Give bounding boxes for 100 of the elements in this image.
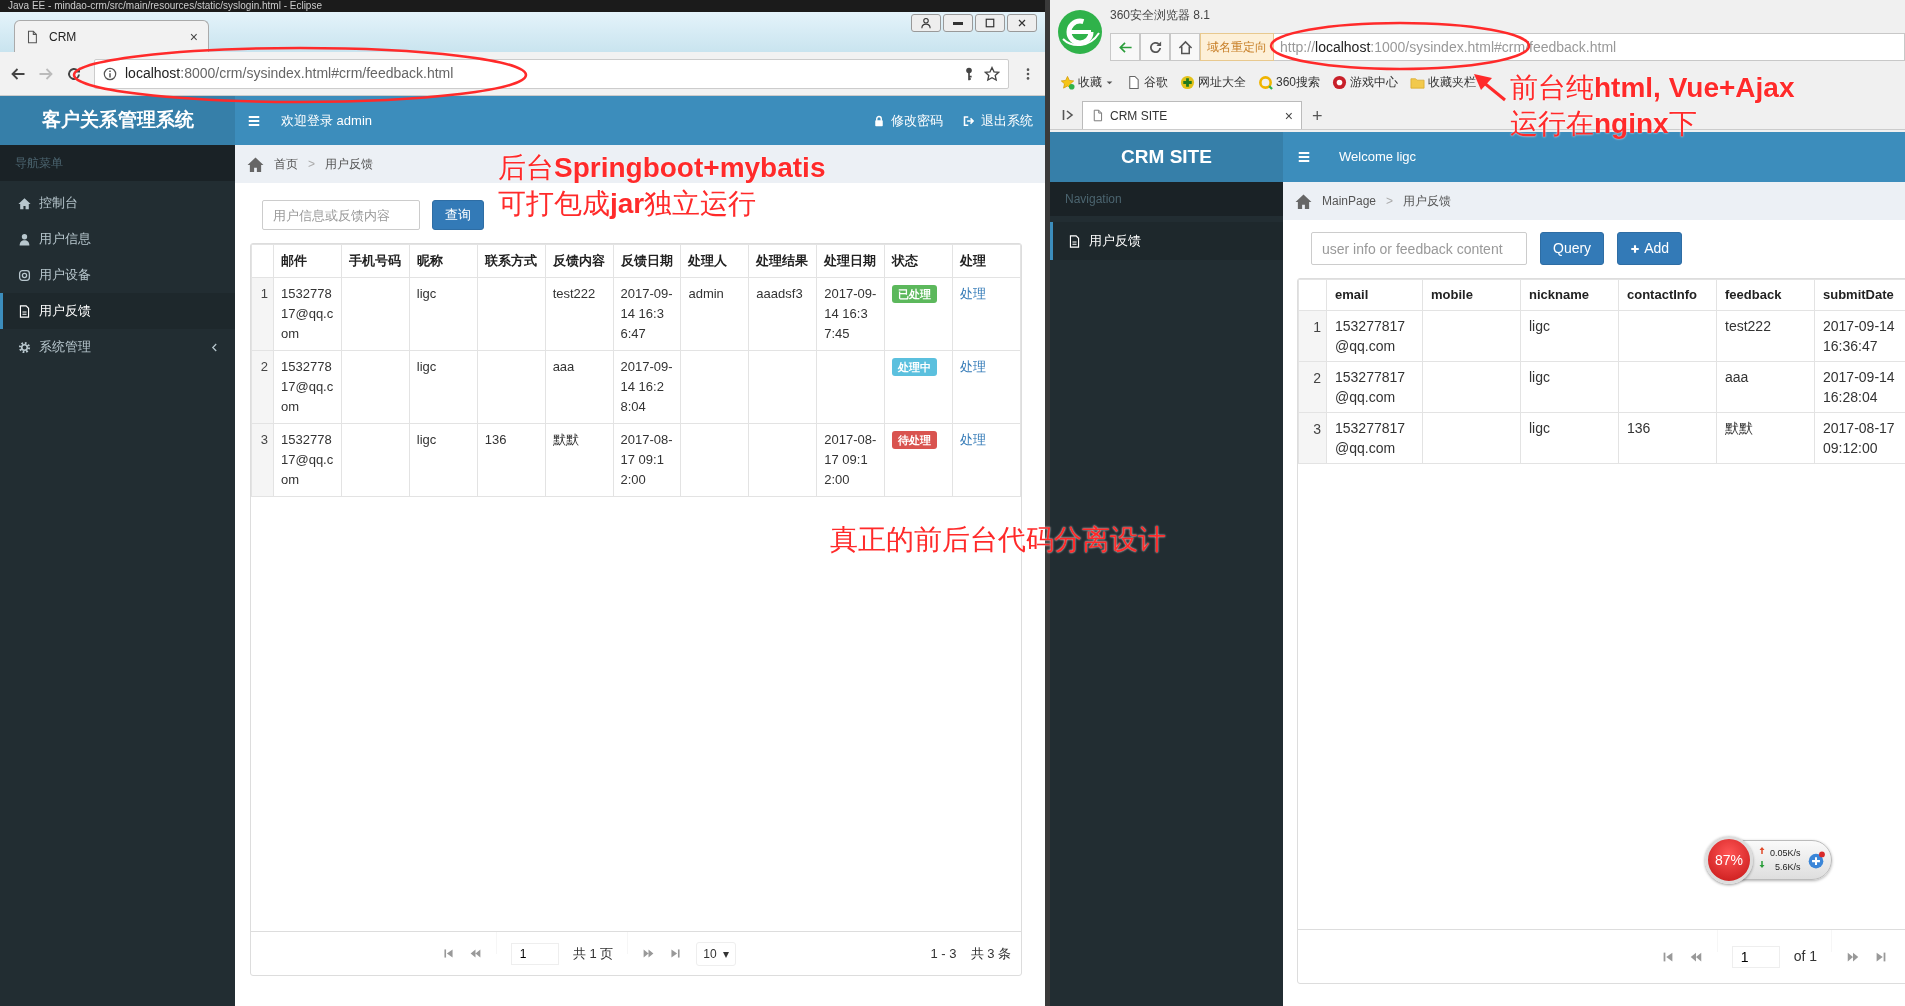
column-header: contactInfo xyxy=(1618,279,1717,311)
table-cell: 153277817@qq.com xyxy=(273,423,342,497)
close-tab-button[interactable]: × xyxy=(1284,108,1293,123)
plus-icon[interactable] xyxy=(1806,851,1825,869)
user-icon xyxy=(18,232,31,246)
bookmark[interactable]: 游戏中心 xyxy=(1332,73,1399,91)
table-cell: 默默 xyxy=(1716,412,1815,464)
column-header: 联系方式 xyxy=(477,244,546,278)
record-total: 共 3 条 xyxy=(970,944,1011,963)
minimize-button[interactable] xyxy=(943,14,973,32)
table-cell: test222 xyxy=(545,277,614,351)
table-cell: 136 xyxy=(1618,412,1717,464)
table-cell: ligc xyxy=(409,423,478,497)
user-button[interactable] xyxy=(911,14,941,32)
browser-tab[interactable]: CRM SITE × xyxy=(1082,101,1302,129)
annotation-text: 后台Springboot+mybatis xyxy=(498,151,826,185)
sidebar-item[interactable]: 用户信息 xyxy=(0,221,235,257)
breadcrumb-separator: > xyxy=(1386,193,1394,210)
download-speed: 5.6K/s xyxy=(1774,861,1801,874)
table-cell: aaadsf3 xyxy=(748,277,817,351)
header-link[interactable]: 修改密码 xyxy=(873,110,943,131)
window-title: Java EE - mindao-crm/src/main/resources/static/syslogin.html - Eclipse xyxy=(0,0,1045,12)
table-cell: 153277817@qq.com xyxy=(273,277,342,351)
sidebar-item[interactable]: 系统管理 xyxy=(0,329,235,365)
sidebar-toggle-icon[interactable] xyxy=(1060,107,1076,123)
bookmark[interactable]: 360搜索 xyxy=(1258,73,1321,91)
bookmark[interactable]: 网址大全 xyxy=(1180,73,1246,91)
upload-speed: 0.05K/s xyxy=(1770,847,1801,860)
page-field[interactable]: 1 xyxy=(1731,945,1780,968)
close-icon xyxy=(1016,17,1028,29)
game-icon xyxy=(1332,74,1348,90)
column-header: 处理结果 xyxy=(748,244,817,278)
row-number: 1 xyxy=(251,277,274,351)
reload-icon xyxy=(1147,39,1163,55)
sidebar-item[interactable]: 控制台 xyxy=(0,185,235,221)
browser-tab[interactable]: CRM × xyxy=(14,20,209,52)
previous-page-icon[interactable] xyxy=(468,947,482,960)
first-page-icon[interactable] xyxy=(441,947,455,960)
reload-button[interactable] xyxy=(1140,33,1170,61)
table-cell: ligc xyxy=(409,350,478,424)
column-header: mobile xyxy=(1422,279,1521,311)
page-icon xyxy=(1126,74,1141,90)
search-field[interactable]: 用户信息或反馈内容 xyxy=(262,200,420,230)
table-cell: 153277817@qq.com xyxy=(1326,310,1423,362)
back-icon xyxy=(1117,39,1133,55)
breadcrumb-item: 用户反馈 xyxy=(1403,193,1452,210)
chevron-icon xyxy=(209,341,220,353)
bookmark[interactable]: 收藏 xyxy=(1060,73,1114,91)
last-page-icon[interactable] xyxy=(669,947,683,960)
add-button[interactable]: Add xyxy=(1617,232,1683,265)
annotation-text: 前台纯html, Vue+Ajax xyxy=(1510,71,1795,105)
query-button[interactable]: Query xyxy=(1540,232,1605,265)
search-field[interactable]: user info or feedback content xyxy=(1311,232,1527,265)
breadcrumb-separator: > xyxy=(308,156,315,173)
page-icon xyxy=(25,29,39,44)
column-header: 处理日期 xyxy=(816,244,885,278)
bookmark[interactable]: 收藏夹栏 xyxy=(1410,73,1477,91)
star-icon[interactable] xyxy=(984,65,1000,82)
home-icon[interactable] xyxy=(247,155,264,173)
sidebar-item[interactable]: 用户反馈 xyxy=(1050,222,1283,260)
logout-icon xyxy=(963,114,975,127)
table-cell: aaa xyxy=(1716,361,1815,413)
info-icon[interactable] xyxy=(103,66,117,81)
table-cell: admin xyxy=(680,277,749,351)
action-link[interactable]: 处理 xyxy=(960,432,987,447)
browser-logo xyxy=(1057,9,1103,55)
page-field[interactable]: 1 xyxy=(510,942,559,965)
menu-icon[interactable] xyxy=(1297,150,1311,164)
status-badge: 待处理 xyxy=(892,431,938,449)
maximize-icon xyxy=(984,17,996,29)
close-tab-button[interactable]: × xyxy=(189,29,198,44)
home-icon xyxy=(18,196,31,210)
query-button[interactable]: 查询 xyxy=(432,200,484,230)
maximize-button[interactable] xyxy=(975,14,1005,32)
column-header: feedback xyxy=(1716,279,1815,311)
bookmark[interactable]: 谷歌 xyxy=(1126,73,1168,91)
new-tab-button[interactable]: + xyxy=(1308,103,1327,129)
header-link[interactable]: 退出系统 xyxy=(963,110,1033,131)
record-range: 1 - 3 xyxy=(930,944,957,963)
column-header: 处理人 xyxy=(680,244,749,278)
close-button[interactable] xyxy=(1007,14,1037,32)
breadcrumb-item[interactable]: 首页 xyxy=(274,155,298,173)
back-button[interactable] xyxy=(1110,33,1140,61)
table-cell: 153277817@qq.com xyxy=(273,350,342,424)
sidebar-item[interactable]: 用户设备 xyxy=(0,257,235,293)
home-icon[interactable] xyxy=(1295,192,1312,210)
reload-icon[interactable] xyxy=(66,65,82,82)
home-button[interactable] xyxy=(1170,33,1200,61)
action-link[interactable]: 处理 xyxy=(960,286,987,301)
gear-icon xyxy=(18,340,31,354)
menu-icon[interactable] xyxy=(247,113,261,128)
minimize-icon xyxy=(953,21,963,25)
next-page-icon[interactable] xyxy=(642,947,656,960)
table-cell: 153277817@qq.com xyxy=(1326,412,1423,464)
sidebar-item[interactable]: 用户反馈 xyxy=(0,293,235,329)
page-size-select[interactable]: 10 ▾ xyxy=(696,941,736,966)
action-link[interactable]: 处理 xyxy=(960,359,987,374)
breadcrumb-item[interactable]: MainPage xyxy=(1322,192,1377,210)
plus-icon xyxy=(1630,243,1641,254)
table-cell: 2017-09-14 16:37:45 xyxy=(816,277,885,351)
